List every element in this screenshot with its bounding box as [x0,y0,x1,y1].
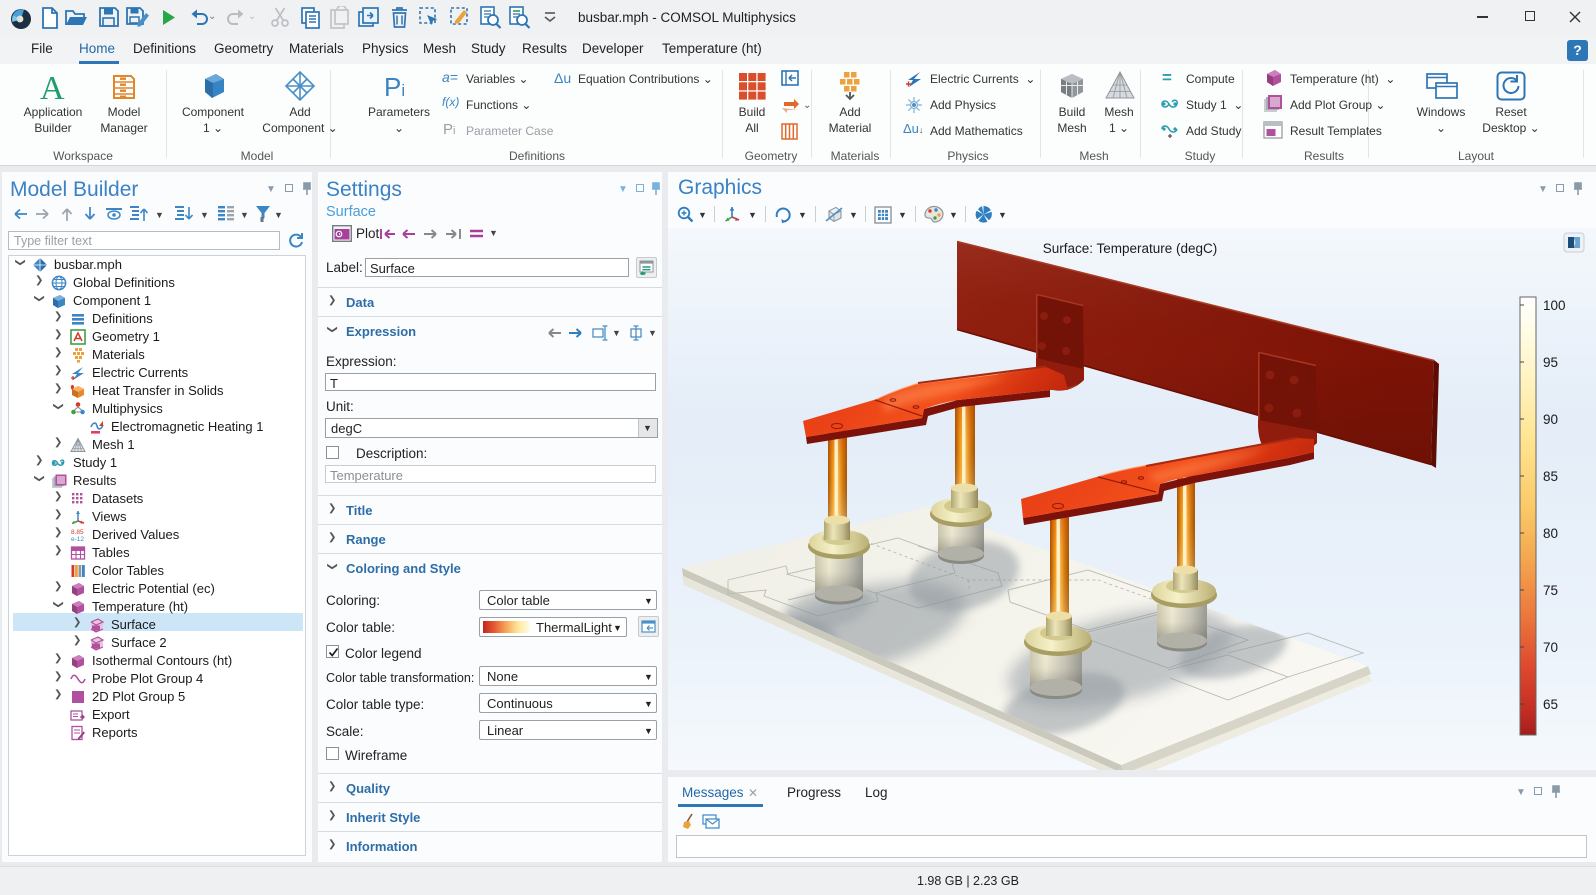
svg-text:65: 65 [1543,697,1558,712]
svg-text:100: 100 [1543,298,1566,313]
svg-text:90: 90 [1543,412,1558,427]
svg-text:75: 75 [1543,583,1558,598]
svg-text:Surface: Temperature (degC): Surface: Temperature (degC) [1043,241,1218,256]
svg-text:80: 80 [1543,526,1558,541]
svg-text:70: 70 [1543,640,1558,655]
svg-text:95: 95 [1543,355,1558,370]
svg-text:85: 85 [1543,469,1558,484]
